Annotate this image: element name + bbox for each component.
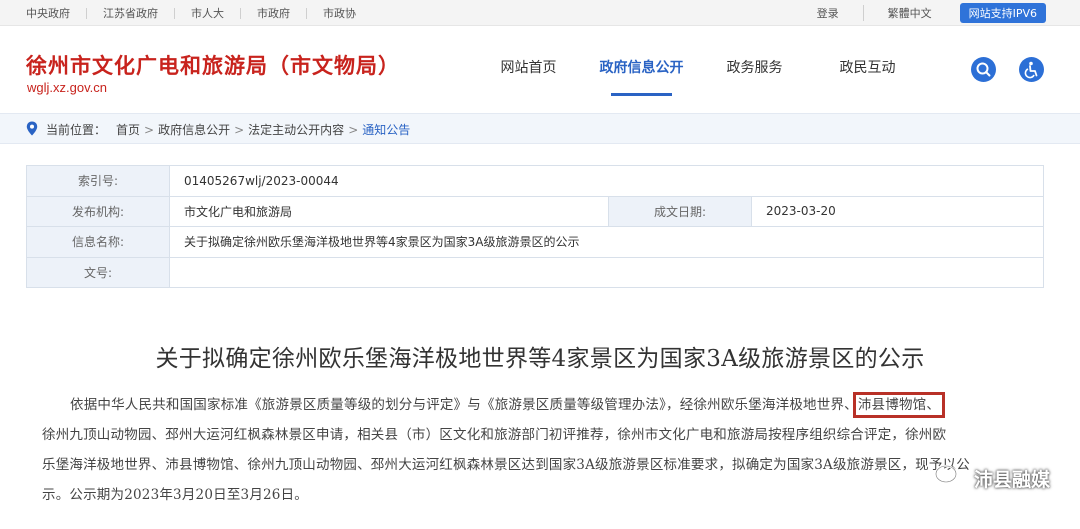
index-label: 索引号: — [26, 165, 170, 197]
link-city-cppcc[interactable]: 市政协 — [306, 7, 372, 19]
info-name-label: 信息名称: — [26, 226, 170, 258]
link-city-gov[interactable]: 市政府 — [240, 7, 306, 19]
gov-links: 中央政府 江苏省政府 市人大 市政府 市政协 — [26, 0, 372, 26]
accessibility-icon[interactable] — [1019, 57, 1044, 82]
top-bar: 中央政府 江苏省政府 市人大 市政府 市政协 登录 繁體中文 网站支持IPV6 — [0, 0, 1080, 26]
table-row: 发布机构: 市文化广电和旅游局 成文日期: 2023-03-20 — [26, 195, 1044, 227]
watermark: 沛县融媒 — [934, 463, 1050, 493]
breadcrumb-notices[interactable]: 通知公告 — [362, 121, 410, 138]
ipv6-badge[interactable]: 网站支持IPV6 — [959, 3, 1046, 23]
article-line: 示。公示期为2023年3月20日至3月26日。 — [42, 487, 308, 503]
nav-gov-info[interactable]: 政府信息公开 — [585, 26, 698, 110]
nav-interaction[interactable]: 政民互动 — [811, 26, 924, 110]
location-pin-icon — [26, 121, 38, 139]
breadcrumb-gov-info[interactable]: 政府信息公开 — [158, 121, 230, 138]
info-meta-table: 索引号: 01405267wlj/2023-00044 发布机构: 市文化广电和… — [26, 165, 1044, 288]
breadcrumb-bar: 当前位置： 首页 > 政府信息公开 > 法定主动公开内容 > 通知公告 — [0, 113, 1080, 144]
article-line: 依据中华人民共和国国家标准《旅游景区质量等级的划分与评定》与《旅游景区质量等级管… — [42, 390, 1054, 420]
link-province-gov[interactable]: 江苏省政府 — [86, 7, 174, 19]
nav-services[interactable]: 政务服务 — [698, 26, 811, 110]
index-value: 01405267wlj/2023-00044 — [169, 165, 1044, 197]
publisher-value: 市文化广电和旅游局 — [169, 195, 609, 227]
breadcrumb-statutory[interactable]: 法定主动公开内容 — [248, 121, 344, 138]
info-name-value: 关于拟确定徐州欧乐堡海洋极地世界等4家景区为国家3A级旅游景区的公示 — [169, 226, 1044, 258]
table-row: 文号: — [26, 256, 1044, 288]
doc-number-label: 文号: — [26, 256, 170, 288]
publisher-label: 发布机构: — [26, 195, 170, 227]
table-row: 索引号: 01405267wlj/2023-00044 — [26, 165, 1044, 197]
site-url: wglj.xz.gov.cn — [27, 80, 107, 95]
main-nav: 网站首页 政府信息公开 政务服务 政民互动 — [472, 26, 924, 110]
watermark-text: 沛县融媒 — [973, 468, 1050, 491]
breadcrumb-home[interactable]: 首页 — [116, 121, 140, 138]
breadcrumb-separator: > — [348, 122, 359, 137]
article-body: 依据中华人民共和国国家标准《旅游景区质量等级的划分与评定》与《旅游景区质量等级管… — [42, 390, 1054, 510]
article-text: 依据中华人民共和国国家标准《旅游景区质量等级的划分与评定》与《旅游景区质量等级管… — [70, 397, 858, 413]
traditional-chinese-link[interactable]: 繁體中文 — [862, 5, 932, 21]
site-title[interactable]: 徐州市文化广电和旅游局（市文物局） — [26, 50, 400, 80]
doc-number-value — [169, 256, 1044, 288]
article-title: 关于拟确定徐州欧乐堡海洋极地世界等4家景区为国家3A级旅游景区的公示 — [155, 346, 925, 372]
article-line: 徐州九顶山动物园、邳州大运河红枫森林景区申请，相关县（市）区文化和旅游部门初评推… — [42, 427, 947, 443]
date-value: 2023-03-20 — [751, 195, 1044, 227]
breadcrumb-separator: > — [144, 122, 155, 137]
search-icon[interactable] — [971, 57, 996, 82]
link-central-gov[interactable]: 中央政府 — [26, 8, 86, 19]
link-city-congress[interactable]: 市人大 — [174, 7, 240, 19]
nav-home[interactable]: 网站首页 — [472, 26, 585, 110]
breadcrumb-separator: > — [234, 122, 245, 137]
highlighted-text: 沛县博物馆、 — [852, 392, 946, 418]
wechat-icon — [934, 463, 966, 493]
top-right-links: 登录 繁體中文 网站支持IPV6 — [793, 0, 1046, 26]
table-row: 信息名称: 关于拟确定徐州欧乐堡海洋极地世界等4家景区为国家3A级旅游景区的公示 — [26, 226, 1044, 258]
article-line: 乐堡海洋极地世界、沛县博物馆、徐州九顶山动物园、邳州大运河红枫森林景区达到国家3… — [42, 457, 970, 473]
breadcrumb: 当前位置： 首页 > 政府信息公开 > 法定主动公开内容 > 通知公告 — [26, 114, 410, 145]
date-label: 成文日期: — [608, 195, 752, 227]
site-header: 徐州市文化广电和旅游局（市文物局） wglj.xz.gov.cn 网站首页 政府… — [0, 26, 1080, 110]
breadcrumb-label: 当前位置： — [46, 123, 107, 137]
login-link[interactable]: 登录 — [817, 5, 839, 21]
